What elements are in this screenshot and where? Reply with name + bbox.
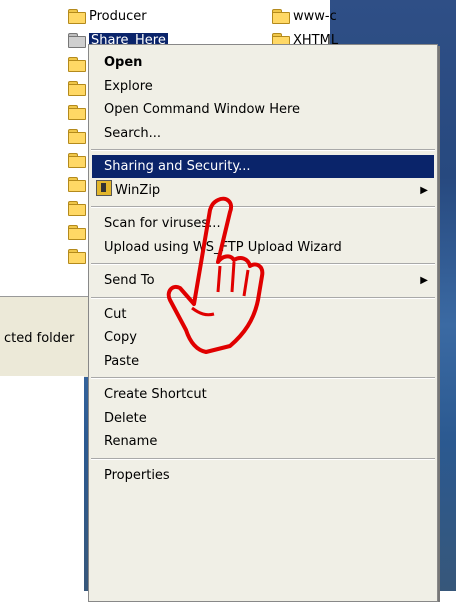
status-bar: cted folder [0, 296, 100, 377]
menu-item-label: Search... [104, 125, 162, 141]
folder-icon [68, 249, 86, 264]
menu-item-label: Rename [104, 434, 158, 449]
menu-separator [91, 457, 435, 460]
winzip-icon [96, 179, 112, 196]
folder-item[interactable] [68, 150, 89, 170]
menu-item-label: Create Shortcut [104, 387, 207, 402]
folder-label: Producer [89, 8, 147, 24]
folder-item[interactable] [68, 174, 89, 194]
menu-item-explore[interactable]: Explore [92, 75, 434, 98]
menu-item-open-command-window-here[interactable]: Open Command Window Here [92, 98, 434, 121]
folder-icon [68, 57, 86, 72]
folder-icon [68, 201, 86, 216]
folder-item[interactable] [68, 198, 89, 218]
menu-item-create-shortcut[interactable]: Create Shortcut [92, 383, 434, 406]
menu-item-copy[interactable]: Copy [92, 326, 434, 349]
menu-item-winzip[interactable]: WinZip ▶ [92, 179, 434, 202]
folder-icon [68, 177, 86, 192]
menu-item-label: Paste [104, 353, 140, 369]
folder-item[interactable] [68, 78, 89, 98]
folder-item[interactable] [68, 102, 89, 122]
menu-item-properties[interactable]: Properties [92, 464, 434, 487]
menu-separator [91, 263, 435, 265]
menu-item-sharing-and-security[interactable]: Sharing and Security... [92, 155, 434, 178]
folder-item[interactable] [68, 246, 89, 266]
status-text: cted folder [4, 331, 75, 346]
folder-item[interactable]: www-c [272, 6, 337, 26]
menu-item-send-to[interactable]: Send To ▶ [92, 269, 434, 292]
explorer-blank-area [0, 376, 84, 591]
menu-separator [91, 149, 435, 151]
menu-item-scan-for-viruses[interactable]: Scan for viruses... [92, 212, 434, 235]
menu-item-cut[interactable]: Cut [92, 303, 434, 326]
menu-item-label: Properties [104, 467, 170, 483]
menu-item-delete[interactable]: Delete [92, 407, 434, 430]
menu-item-open[interactable]: Open [92, 51, 434, 74]
menu-separator [91, 206, 435, 208]
menu-item-label: Open [104, 55, 143, 70]
folder-item[interactable] [68, 222, 89, 242]
menu-item-label: Cut [104, 306, 127, 322]
context-menu: Open Explore Open Command Window Here Searc… [88, 44, 438, 602]
menu-item-label: Scan for viruses... [104, 216, 221, 231]
folder-label: www-c [293, 8, 337, 24]
submenu-arrow-icon: ▶ [420, 275, 428, 286]
folder-icon [68, 33, 86, 48]
menu-item-paste[interactable]: Paste [92, 350, 434, 373]
menu-item-label: Explore [104, 78, 153, 94]
menu-item-label: Copy [104, 330, 137, 345]
folder-icon [68, 9, 86, 24]
menu-item-label: Send To [104, 273, 155, 288]
menu-item-upload-using-ws-ftp-upload-wizard[interactable]: Upload using WS_FTP Upload Wizard [92, 236, 434, 259]
menu-item-label: Upload using WS_FTP Upload Wizard [104, 239, 342, 255]
folder-icon [68, 153, 86, 168]
menu-item-rename[interactable]: Rename [92, 430, 434, 453]
menu-separator [91, 377, 435, 379]
menu-item-label: Delete [104, 410, 147, 426]
folder-item[interactable] [68, 54, 89, 74]
folder-icon [68, 81, 86, 96]
folder-icon [68, 129, 86, 144]
folder-icon [68, 225, 86, 240]
menu-item-label: WinZip [115, 182, 161, 198]
folder-icon [272, 9, 290, 24]
menu-item-label: Sharing and Security... [104, 159, 251, 174]
menu-item-search[interactable]: Search... [92, 122, 434, 145]
folder-item[interactable]: Producer [68, 6, 147, 26]
folder-item[interactable] [68, 126, 89, 146]
menu-separator [91, 296, 435, 299]
menu-item-label: Open Command Window Here [104, 102, 301, 117]
folder-icon [68, 105, 86, 120]
submenu-arrow-icon: ▶ [420, 184, 428, 196]
